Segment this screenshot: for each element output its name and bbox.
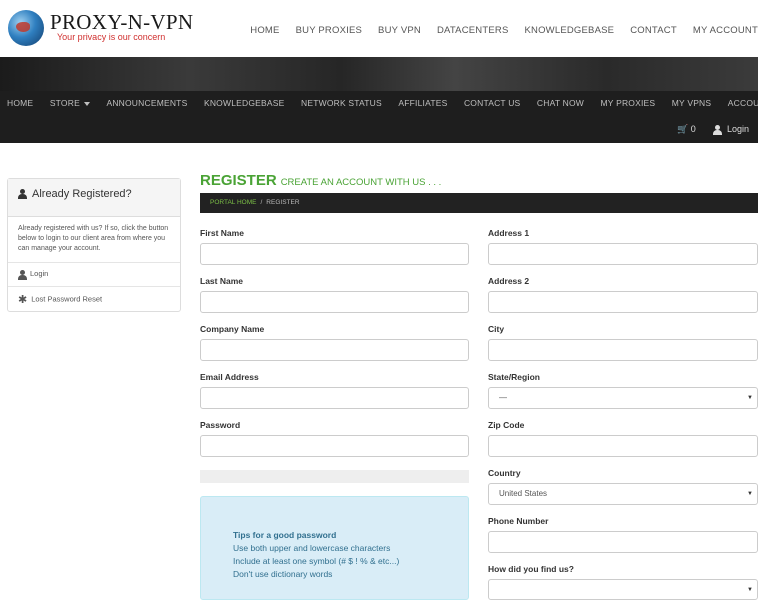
country-select[interactable]: United States ▼	[488, 483, 758, 505]
email-label: Email Address	[200, 372, 259, 382]
main-nav: HOME STORE ANNOUNCEMENTS KNOWLEDGEBASE N…	[0, 91, 758, 143]
sidebar-title: Already Registered?	[32, 188, 132, 200]
sidebar-description: Already registered with us? If so, click…	[8, 217, 180, 263]
city-field[interactable]	[488, 339, 758, 361]
sidebar-reset-label: Lost Password Reset	[31, 294, 103, 304]
nav-affiliates[interactable]: AFFILIATES	[398, 98, 447, 108]
cart-count: 0	[690, 124, 696, 134]
sidebar-header: Already Registered?	[8, 179, 180, 217]
howfound-label: How did you find us?	[488, 564, 574, 574]
tips-title: Tips for a good password	[233, 530, 337, 540]
tips-line: Use both upper and lowercase characters	[233, 543, 391, 553]
state-label: State/Region	[488, 372, 540, 382]
topnav-my-account[interactable]: MY ACCOUNT	[693, 25, 758, 36]
top-nav: HOME BUY PROXIES BUY VPN DATACENTERS KNO…	[234, 25, 758, 36]
page-subtitle: CREATE AN ACCOUNT WITH US . . .	[280, 177, 442, 188]
address2-field[interactable]	[488, 291, 758, 313]
nav-my-proxies[interactable]: MY PROXIES	[601, 98, 656, 108]
tips-line: Don't use dictionary words	[233, 569, 333, 579]
tips-line: Include at least one symbol (# $ ! % & e…	[233, 556, 400, 566]
cart-icon: 🛒	[677, 124, 689, 134]
first-name-field[interactable]	[200, 243, 469, 265]
nav-contact-us[interactable]: CONTACT US	[464, 98, 520, 108]
state-select[interactable]: — ▼	[488, 387, 758, 409]
howfound-select[interactable]: ▼	[488, 579, 758, 600]
login-label: Login	[727, 124, 750, 134]
address1-field[interactable]	[488, 243, 758, 265]
chevron-down-icon	[83, 101, 90, 106]
address2-label: Address 2	[488, 276, 530, 286]
first-name-label: First Name	[200, 228, 244, 238]
breadcrumb-current: REGISTER	[266, 199, 300, 206]
page-heading: REGISTER CREATE AN ACCOUNT WITH US . . .	[200, 172, 441, 190]
chevron-down-icon: ▼	[747, 587, 753, 593]
company-name-field[interactable]	[200, 339, 469, 361]
password-label: Password	[200, 420, 241, 430]
user-icon	[713, 124, 722, 135]
password-tips-box: Tips for a good password Use both upper …	[200, 496, 469, 600]
topnav-buy-vpn[interactable]: BUY VPN	[378, 25, 421, 36]
last-name-label: Last Name	[200, 276, 243, 286]
nav-announcements[interactable]: ANNOUNCEMENTS	[106, 98, 187, 108]
chevron-down-icon: ▼	[747, 491, 753, 497]
chevron-down-icon: ▼	[747, 395, 753, 401]
user-icon	[18, 189, 27, 200]
nav-network-status[interactable]: NETWORK STATUS	[301, 98, 382, 108]
password-field[interactable]	[200, 435, 469, 457]
top-header: PROXY-N-VPN Your privacy is our concern …	[0, 0, 758, 57]
topnav-knowledgebase[interactable]: KNOWLEDGEBASE	[525, 25, 615, 36]
globe-logo-icon[interactable]	[8, 10, 44, 46]
company-name-label: Company Name	[200, 324, 265, 334]
phone-label: Phone Number	[488, 516, 549, 526]
nav-knowledgebase[interactable]: KNOWLEDGEBASE	[204, 98, 285, 108]
nav-home[interactable]: HOME	[7, 98, 33, 108]
sidebar-login-link[interactable]: Login	[8, 263, 180, 287]
login-link[interactable]: Login	[713, 124, 749, 135]
topnav-datacenters[interactable]: DATACENTERS	[437, 25, 509, 36]
country-label: Country	[488, 468, 521, 478]
nav-account-label: ACCOUNT	[727, 98, 758, 108]
phone-field[interactable]	[488, 531, 758, 553]
sidebar-login-label: Login	[30, 269, 49, 278]
nav-account[interactable]: ACCOUNT	[728, 98, 758, 108]
nav-store[interactable]: STORE	[50, 98, 90, 108]
banner-image	[0, 57, 758, 91]
topnav-buy-proxies[interactable]: BUY PROXIES	[296, 25, 362, 36]
topnav-home[interactable]: HOME	[250, 25, 279, 36]
state-value: —	[499, 393, 507, 402]
country-value: United States	[499, 489, 548, 498]
breadcrumb-home[interactable]: PORTAL HOME	[210, 199, 256, 206]
user-icon	[18, 270, 27, 281]
zip-label: Zip Code	[488, 420, 525, 430]
breadcrumb: PORTAL HOME / REGISTER	[200, 193, 758, 213]
nav-chat-now[interactable]: CHAT NOW	[537, 98, 584, 108]
asterisk-icon: ✱	[18, 294, 28, 306]
address1-label: Address 1	[488, 228, 530, 238]
nav-my-vpns[interactable]: MY VPNS	[672, 98, 712, 108]
last-name-field[interactable]	[200, 291, 469, 313]
cart-button[interactable]: 🛒 0	[677, 124, 696, 135]
topnav-contact[interactable]: CONTACT	[630, 25, 677, 36]
city-label: City	[488, 324, 505, 334]
nav-store-label: STORE	[49, 98, 80, 108]
sidebar-reset-link[interactable]: ✱ Lost Password Reset	[8, 287, 180, 311]
page-title: REGISTER	[200, 172, 277, 189]
sidebar-panel: Already Registered? Already registered w…	[7, 178, 181, 312]
zip-field[interactable]	[488, 435, 758, 457]
breadcrumb-separator: /	[260, 199, 263, 206]
email-field[interactable]	[200, 387, 469, 409]
password-strength-bar	[200, 470, 469, 483]
brand-tagline: Your privacy is our concern	[57, 32, 166, 42]
